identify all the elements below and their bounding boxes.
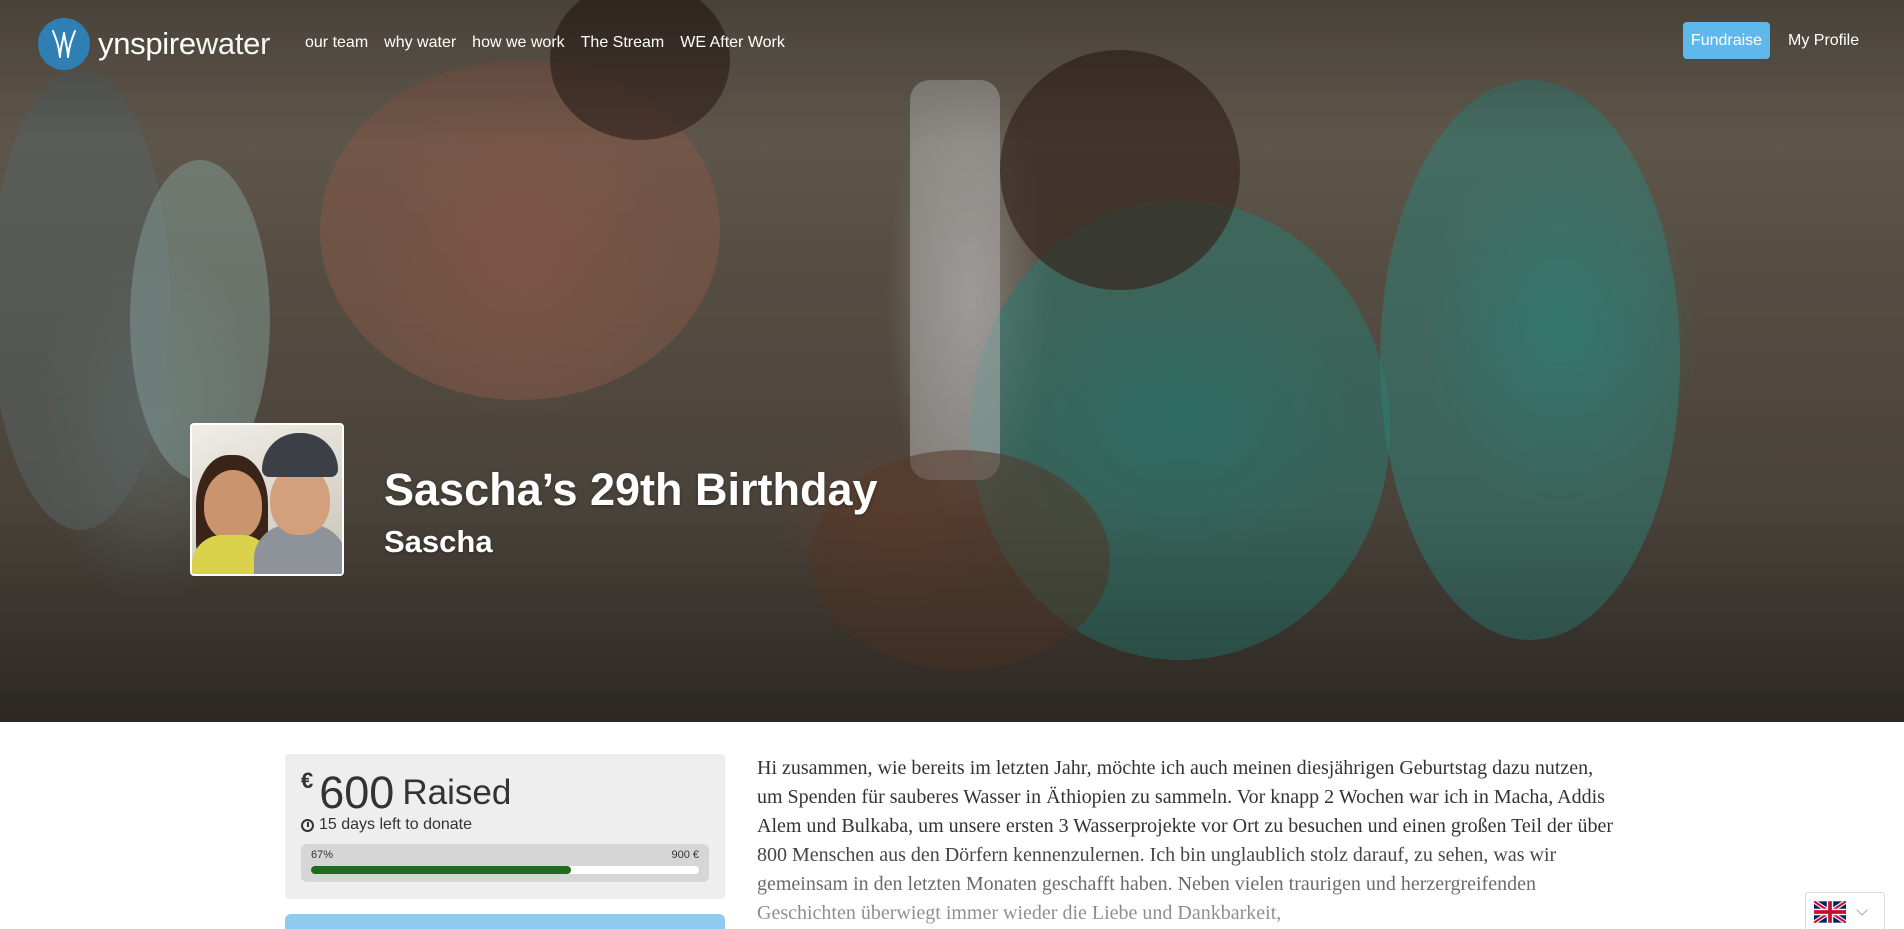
progress-percent: 67% <box>311 849 334 861</box>
fundraise-button[interactable]: Fundraise <box>1683 22 1770 59</box>
goal-amount: 900 € <box>671 849 699 861</box>
nav-our-team[interactable]: our team <box>305 32 368 54</box>
progress-box: 67% 900 € <box>301 844 709 882</box>
donate-button[interactable] <box>285 914 725 929</box>
days-left-text: 15 days left to donate <box>319 816 472 833</box>
chevron-down-icon <box>1856 904 1868 916</box>
main-nav: our team why water how we work The Strea… <box>305 32 801 54</box>
progress-fill <box>311 866 571 874</box>
nav-how-we-work[interactable]: how we work <box>472 32 564 54</box>
hero-overlay <box>0 0 1904 722</box>
fundraising-stats-card: € 600 Raised 15 days left to donate 67% … <box>285 754 725 899</box>
nav-we-after-work[interactable]: WE After Work <box>680 32 785 54</box>
ynspire-logo-icon <box>38 18 90 70</box>
campaign-avatar <box>190 423 344 576</box>
brand-name-bold: ynspire <box>98 26 196 61</box>
my-profile-link[interactable]: My Profile <box>1788 30 1859 52</box>
campaign-title: Sascha’s 29th Birthday <box>384 464 878 515</box>
days-left: 15 days left to donate <box>301 816 472 834</box>
raised-total: € 600 Raised <box>301 766 511 820</box>
uk-flag-icon <box>1814 901 1846 923</box>
clock-icon <box>301 818 314 832</box>
campaign-owner: Sascha <box>384 524 493 559</box>
language-selector[interactable] <box>1805 892 1885 929</box>
brand-name: ynspirewater <box>98 26 270 62</box>
nav-the-stream[interactable]: The Stream <box>581 32 665 54</box>
brand-name-light: water <box>195 26 271 61</box>
hero-banner: ynspirewater our team why water how we w… <box>0 0 1904 722</box>
nav-why-water[interactable]: why water <box>384 32 456 54</box>
campaign-story: Hi zusammen, wie bereits im letzten Jahr… <box>757 757 1613 924</box>
raised-label: Raised <box>402 773 512 812</box>
brand-logo[interactable]: ynspirewater <box>38 18 270 70</box>
progress-track <box>311 866 699 874</box>
currency-symbol: € <box>301 768 314 793</box>
raised-amount: 600 <box>319 767 395 818</box>
